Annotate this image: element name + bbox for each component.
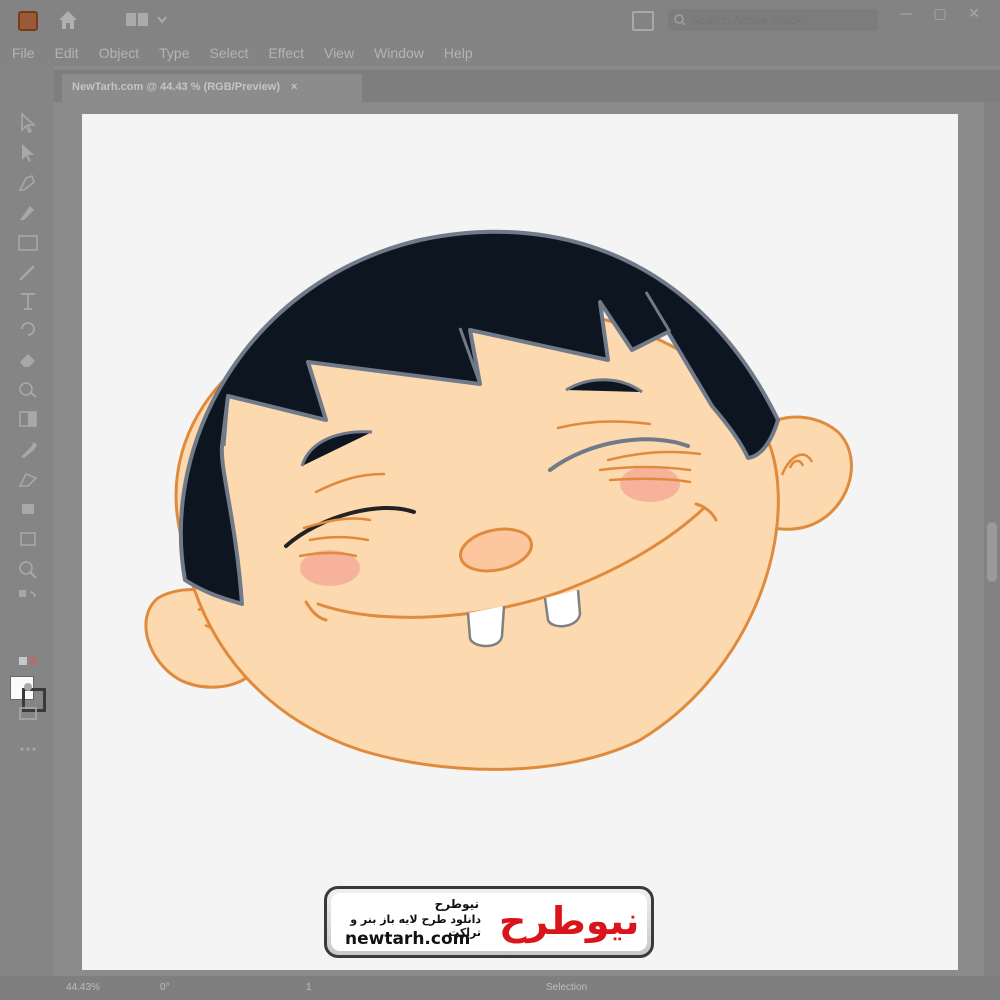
status-bar: 44.43% 0° 1 Selection bbox=[0, 976, 1000, 1000]
watermark-logo: نیوطرح دانلود طرح لایه باز بنر و تراکت n… bbox=[324, 886, 654, 958]
zoom-level[interactable]: 44.43% bbox=[66, 982, 100, 993]
watermark-logo-inner: نیوطرح دانلود طرح لایه باز بنر و تراکت n… bbox=[331, 893, 647, 951]
watermark-wordmark: نیوطرح bbox=[499, 899, 641, 943]
watermark-site-name: نیوطرح bbox=[434, 897, 479, 911]
rotation-level[interactable]: 0° bbox=[160, 982, 170, 993]
artboard-navigator[interactable]: 1 bbox=[306, 982, 312, 993]
right-cheek bbox=[620, 466, 680, 502]
left-tooth bbox=[466, 605, 506, 648]
watermark-url: newtarh.com bbox=[345, 929, 471, 949]
character-face-illustration[interactable] bbox=[0, 0, 1000, 1000]
status-mode: Selection bbox=[546, 982, 588, 993]
